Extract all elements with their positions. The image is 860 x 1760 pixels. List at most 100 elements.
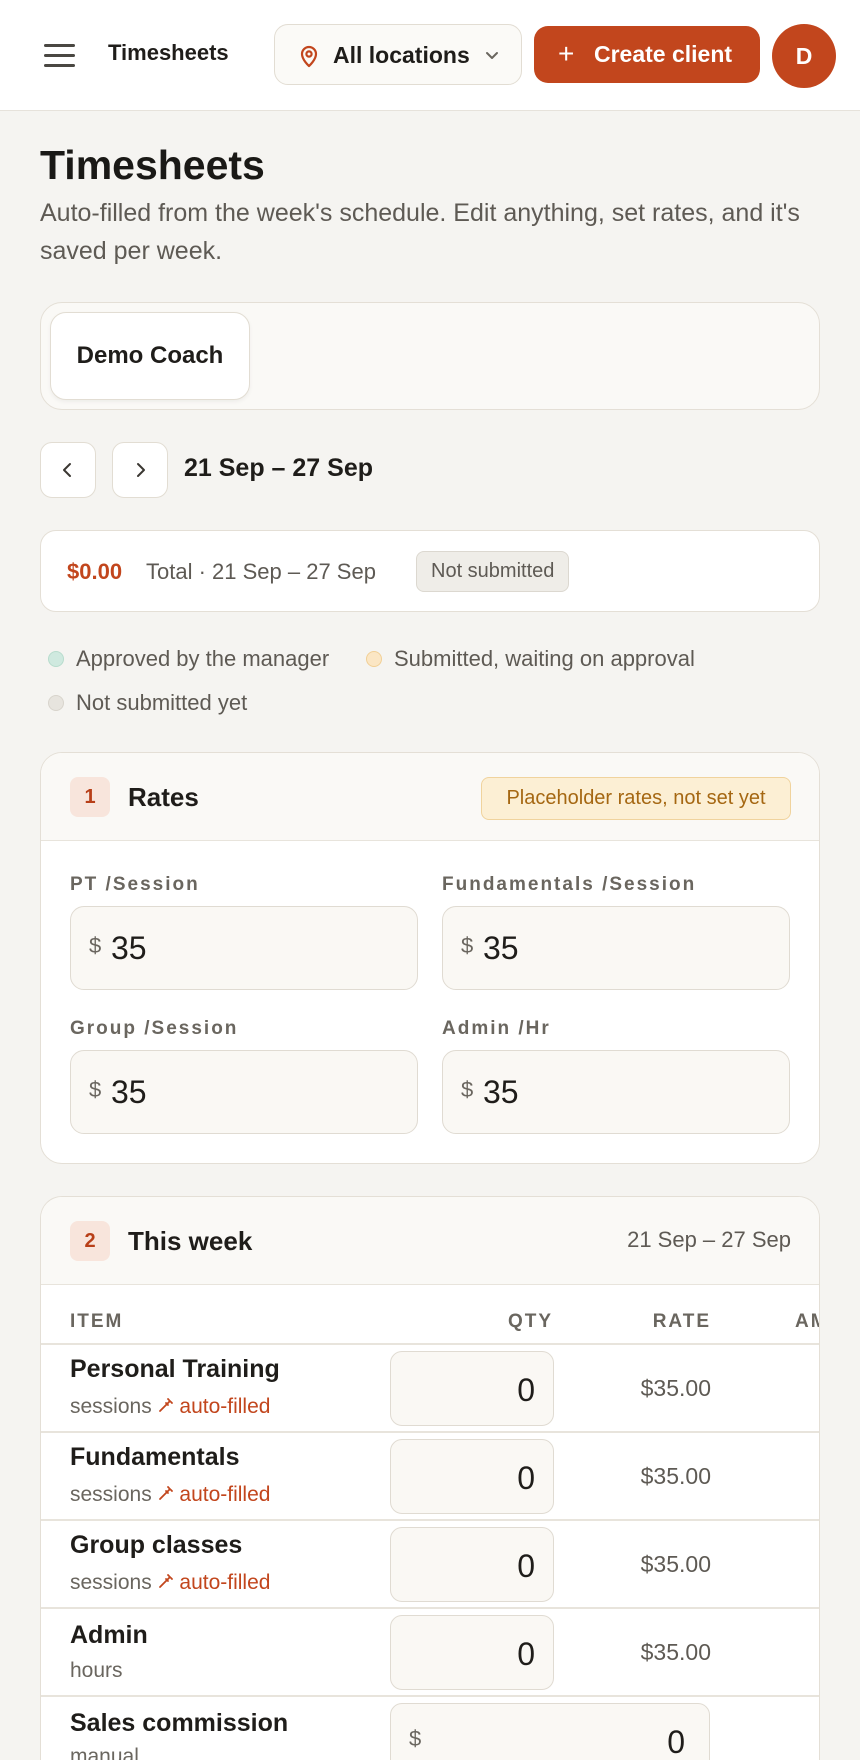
row-subtitle: sessions auto-filled	[70, 1571, 270, 1595]
total-amount: $0.00	[67, 559, 123, 584]
this-week-header: 2 This week 21 Sep – 27 Sep	[41, 1197, 819, 1285]
row-unit: sessions	[70, 1395, 152, 1418]
legend-submitted: Submitted, waiting on approval	[394, 646, 695, 671]
auto-filled-tag: auto-filled	[158, 1395, 271, 1418]
rate-value: 35	[483, 1074, 519, 1110]
avatar[interactable]: D	[772, 24, 836, 88]
legend-not-submitted: Not submitted yet	[76, 690, 248, 715]
chevron-left-icon	[63, 463, 71, 477]
row-title: Group classes	[70, 1531, 243, 1559]
currency-symbol: $	[461, 933, 474, 958]
row-rate: $35.00	[640, 1639, 711, 1665]
column-header-rate: RATE	[652, 1311, 711, 1332]
rates-title: Rates	[128, 782, 199, 812]
rates-card-header: 1 Rates Placeholder rates, not set yet	[41, 753, 819, 841]
rate-label-pt: PT /Session	[70, 874, 200, 895]
qty-value: 0	[517, 1548, 535, 1584]
magic-wand-icon	[158, 1574, 173, 1588]
auto-filled-tag: auto-filled	[158, 1571, 271, 1594]
approved-dot-icon	[48, 651, 64, 667]
coach-tab[interactable]: Demo Coach	[50, 312, 250, 400]
commission-value: 0	[667, 1724, 685, 1760]
row-rate: $35.00	[640, 1463, 711, 1489]
page-subtitle: Auto-filled from the week's schedule. Ed…	[40, 199, 800, 265]
divider	[41, 1431, 819, 1433]
week-range: 21 Sep – 27 Sep	[184, 454, 374, 482]
qty-input-group-classes[interactable]: 0	[390, 1527, 554, 1602]
qty-input-personal-training[interactable]: 0	[390, 1351, 554, 1426]
row-unit: manual	[70, 1745, 139, 1760]
rate-value: 35	[111, 930, 147, 966]
submitted-dot-icon	[366, 651, 382, 667]
next-week-button[interactable]	[112, 442, 168, 498]
row-title: Personal Training	[70, 1355, 280, 1383]
row-unit: sessions	[70, 1483, 152, 1506]
column-header-qty: QTY	[507, 1311, 553, 1332]
currency-symbol: $	[461, 1077, 474, 1102]
auto-filled-tag: auto-filled	[158, 1483, 271, 1506]
qty-input-fundamentals[interactable]: 0	[390, 1439, 554, 1514]
legend-approved: Approved by the manager	[76, 646, 330, 671]
column-header-amount: AM	[795, 1311, 819, 1332]
not-submitted-dot-icon	[48, 695, 64, 711]
rate-input-admin[interactable]: $ 35	[442, 1050, 790, 1134]
previous-week-button[interactable]	[40, 442, 96, 498]
currency-symbol: $	[89, 1077, 102, 1102]
coach-selector: Demo Coach	[40, 302, 820, 410]
location-pin-icon	[300, 45, 318, 68]
qty-value: 0	[517, 1372, 535, 1408]
auto-filled-label: auto-filled	[179, 1483, 271, 1506]
top-bar: Timesheets All locations + Create client…	[0, 0, 860, 111]
qty-value: 0	[517, 1460, 535, 1496]
auto-filled-label: auto-filled	[179, 1571, 271, 1594]
rate-input-pt[interactable]: $ 35	[70, 906, 418, 990]
rates-card: 1 Rates Placeholder rates, not set yet P…	[40, 752, 820, 1164]
rate-input-fundamentals[interactable]: $ 35	[442, 906, 790, 990]
row-unit: hours	[70, 1659, 123, 1682]
rate-value: 35	[483, 930, 519, 966]
status-badge: Not submitted	[416, 551, 570, 592]
column-header-item: ITEM	[70, 1311, 124, 1332]
location-select[interactable]: All locations	[274, 24, 522, 85]
placeholder-rates-badge: Placeholder rates, not set yet	[481, 777, 791, 820]
row-rate: $35.00	[640, 1551, 711, 1577]
magic-wand-icon	[158, 1486, 173, 1500]
total-label: Total · 21 Sep – 27 Sep	[146, 559, 376, 584]
qty-input-admin[interactable]: 0	[390, 1615, 554, 1690]
divider	[41, 1519, 819, 1521]
auto-filled-label: auto-filled	[179, 1395, 271, 1418]
menu-icon[interactable]	[44, 44, 76, 68]
step-badge: 2	[70, 1221, 110, 1261]
location-label: All locations	[333, 42, 470, 68]
this-week-title: This week	[128, 1226, 253, 1256]
week-summary: $0.00 Total · 21 Sep – 27 Sep Not submit…	[40, 530, 820, 612]
currency-symbol: $	[409, 1726, 422, 1751]
rate-input-group[interactable]: $ 35	[70, 1050, 418, 1134]
this-week-card: 2 This week 21 Sep – 27 Sep ITEM QTY RAT…	[40, 1196, 820, 1760]
chevron-down-icon	[486, 52, 498, 59]
magic-wand-icon	[158, 1398, 173, 1412]
step-badge: 1	[70, 777, 110, 817]
chevron-right-icon	[137, 463, 145, 477]
row-title: Fundamentals	[70, 1443, 240, 1471]
row-title: Admin	[70, 1621, 148, 1649]
rate-label-group: Group /Session	[70, 1018, 239, 1039]
divider	[41, 1343, 819, 1345]
create-client-button[interactable]: + Create client	[534, 26, 760, 83]
row-title: Sales commission	[70, 1709, 289, 1737]
rate-value: 35	[111, 1074, 147, 1110]
divider	[41, 1607, 819, 1609]
commission-input[interactable]: $ 0	[390, 1703, 710, 1760]
page-title: Timesheets	[40, 142, 265, 188]
rate-label-fundamentals: Fundamentals /Session	[442, 874, 697, 895]
row-rate: $35.00	[640, 1375, 711, 1401]
this-week-range: 21 Sep – 27 Sep	[627, 1227, 791, 1252]
plus-icon: +	[558, 38, 575, 69]
app-title: Timesheets	[108, 40, 229, 65]
rate-label-admin: Admin /Hr	[442, 1018, 551, 1039]
currency-symbol: $	[89, 933, 102, 958]
qty-value: 0	[517, 1636, 535, 1672]
row-subtitle: sessions auto-filled	[70, 1483, 270, 1507]
row-unit: sessions	[70, 1571, 152, 1594]
create-client-label: Create client	[594, 41, 733, 67]
